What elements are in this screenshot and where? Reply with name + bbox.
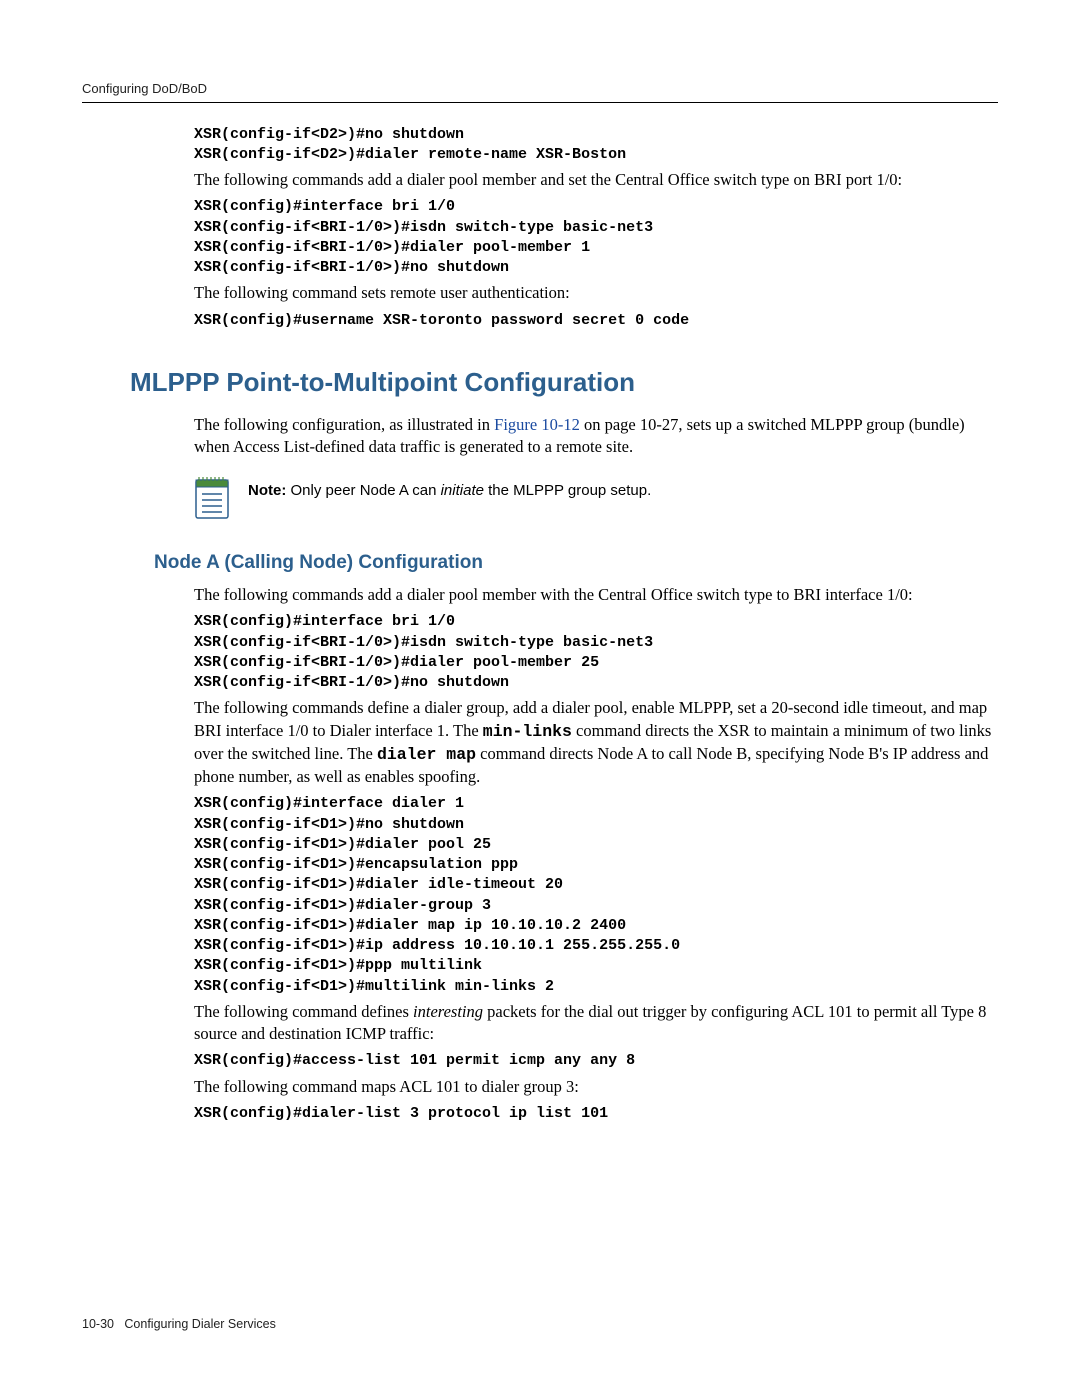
code-line: XSR(config-if<BRI-1/0>)#isdn switch-type… <box>194 633 998 653</box>
code-line: XSR(config-if<BRI-1/0>)#dialer pool-memb… <box>194 653 998 673</box>
running-header: Configuring DoD/BoD <box>82 80 998 103</box>
code-line: XSR(config-if<D1>)#ip address 10.10.10.1… <box>194 936 998 956</box>
code-line: XSR(config)#interface dialer 1 <box>194 794 998 814</box>
figure-link[interactable]: Figure 10-12 <box>494 415 580 434</box>
body-paragraph: The following command defines interestin… <box>194 1001 998 1046</box>
code-line: XSR(config-if<BRI-1/0>)#dialer pool-memb… <box>194 238 998 258</box>
code-line: XSR(config-if<BRI-1/0>)#no shutdown <box>194 258 998 278</box>
notepad-icon <box>194 474 230 520</box>
text-run: The following configuration, as illustra… <box>194 415 494 434</box>
code-line: XSR(config)#username XSR-toronto passwor… <box>194 311 998 331</box>
inline-code: dialer map <box>377 745 476 764</box>
text-run: The following command defines <box>194 1002 413 1021</box>
note-block: Note: Only peer Node A can initiate the … <box>194 474 998 520</box>
code-line: XSR(config-if<BRI-1/0>)#no shutdown <box>194 673 998 693</box>
content-column: XSR(config-if<D2>)#no shutdown XSR(confi… <box>194 125 998 331</box>
footer-title: Configuring Dialer Services <box>124 1317 275 1331</box>
code-line: XSR(config)#dialer-list 3 protocol ip li… <box>194 1104 998 1124</box>
body-paragraph: The following command maps ACL 101 to di… <box>194 1076 998 1098</box>
body-paragraph: The following commands add a dialer pool… <box>194 584 998 606</box>
body-paragraph: The following command sets remote user a… <box>194 282 998 304</box>
code-line: XSR(config-if<D1>)#dialer pool 25 <box>194 835 998 855</box>
code-line: XSR(config-if<D1>)#multilink min-links 2 <box>194 977 998 997</box>
body-paragraph: The following commands define a dialer g… <box>194 697 998 788</box>
text-run: Only peer Node A can <box>286 482 440 499</box>
content-column: The following configuration, as illustra… <box>194 414 998 521</box>
code-line: XSR(config-if<D1>)#ppp multilink <box>194 956 998 976</box>
note-text: Note: Only peer Node A can initiate the … <box>248 474 651 501</box>
heading-1: MLPPP Point-to-Multipoint Configuration <box>82 365 998 400</box>
text-run: the MLPPP group setup. <box>484 482 651 499</box>
code-line: XSR(config-if<D2>)#no shutdown <box>194 125 998 145</box>
content-column: The following commands add a dialer pool… <box>194 584 998 1124</box>
code-line: XSR(config)#interface bri 1/0 <box>194 612 998 632</box>
code-line: XSR(config-if<D1>)#encapsulation ppp <box>194 855 998 875</box>
heading-2: Node A (Calling Node) Configuration <box>82 550 998 576</box>
text-italic: interesting <box>413 1002 483 1021</box>
page-footer: 10-30 Configuring Dialer Services <box>82 1316 276 1333</box>
code-line: XSR(config)#access-list 101 permit icmp … <box>194 1051 998 1071</box>
text-italic: initiate <box>441 482 484 499</box>
code-line: XSR(config-if<BRI-1/0>)#isdn switch-type… <box>194 218 998 238</box>
body-paragraph: The following commands add a dialer pool… <box>194 169 998 191</box>
code-line: XSR(config-if<D1>)#dialer idle-timeout 2… <box>194 875 998 895</box>
code-line: XSR(config)#interface bri 1/0 <box>194 197 998 217</box>
inline-code: min-links <box>483 722 572 741</box>
body-paragraph: The following configuration, as illustra… <box>194 414 998 459</box>
code-line: XSR(config-if<D2>)#dialer remote-name XS… <box>194 145 998 165</box>
code-line: XSR(config-if<D1>)#dialer map ip 10.10.1… <box>194 916 998 936</box>
page-number: 10-30 <box>82 1317 114 1331</box>
note-label: Note: <box>248 482 286 499</box>
code-line: XSR(config-if<D1>)#dialer-group 3 <box>194 896 998 916</box>
code-line: XSR(config-if<D1>)#no shutdown <box>194 815 998 835</box>
page: Configuring DoD/BoD XSR(config-if<D2>)#n… <box>0 0 1080 1397</box>
